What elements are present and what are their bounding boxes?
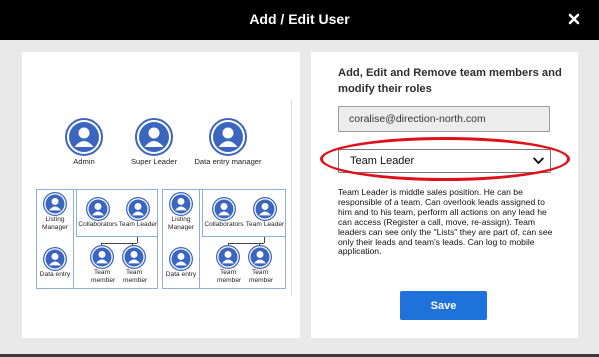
close-icon xyxy=(568,13,580,25)
role-team-member: Team member xyxy=(118,245,150,285)
connector-line xyxy=(264,237,265,243)
user-avatar-icon xyxy=(253,197,277,221)
close-button[interactable] xyxy=(568,13,580,25)
modal-title: Add / Edit User xyxy=(249,11,350,27)
role-label: Collaborators xyxy=(204,221,244,228)
modal-header: Add / Edit User xyxy=(0,0,599,40)
role-description: Team Leader is middle sales position. He… xyxy=(338,187,553,257)
user-avatar-icon xyxy=(169,247,193,271)
role-select[interactable]: Team Leader xyxy=(338,149,551,173)
role-data-entry-manager: Data entry manager xyxy=(188,118,268,166)
role-listing-manager: Listing Manager xyxy=(36,192,74,232)
save-button[interactable]: Save xyxy=(400,291,487,320)
role-team-member: Team member xyxy=(244,245,276,285)
role-team-member: Team member xyxy=(86,245,118,285)
role-data-entry: Data entry xyxy=(36,247,74,279)
role-listing-manager: Listing Manager xyxy=(162,192,200,232)
user-avatar-icon xyxy=(212,197,236,221)
role-collaborators: Collaborators xyxy=(202,197,246,229)
role-label: Data entry manager xyxy=(194,157,262,166)
divider xyxy=(291,100,292,296)
role-label: Super Leader xyxy=(130,157,178,166)
chevron-down-icon xyxy=(533,157,544,164)
role-label: Admin xyxy=(73,157,95,166)
role-label: Data entry xyxy=(165,271,197,278)
user-avatar-icon xyxy=(209,118,247,156)
role-collaborators: Collaborators xyxy=(76,197,120,229)
user-avatar-icon xyxy=(126,197,150,221)
connector-line xyxy=(137,237,138,243)
role-data-entry: Data entry xyxy=(162,247,200,279)
user-avatar-icon xyxy=(43,192,67,216)
role-label: Collaborators xyxy=(78,221,118,228)
user-avatar-icon xyxy=(135,118,173,156)
role-label: Team member xyxy=(123,269,148,284)
role-team-leader: Team Leader xyxy=(118,197,158,229)
email-field[interactable] xyxy=(338,106,550,132)
user-avatar-icon xyxy=(90,245,114,269)
role-label: Team Leader xyxy=(118,221,158,228)
org-chart-illustration: Admin Super Leader Data entry manager Li… xyxy=(22,52,300,338)
role-label: Team member xyxy=(217,269,242,284)
role-label: Team Leader xyxy=(245,221,285,228)
user-avatar-icon xyxy=(65,118,103,156)
role-label: Listing Manager xyxy=(167,216,195,231)
form-heading: Add, Edit and Remove team members and mo… xyxy=(338,67,562,95)
role-team-member: Team member xyxy=(212,245,244,285)
user-avatar-icon xyxy=(248,245,272,269)
role-admin: Admin xyxy=(62,118,106,166)
role-label: Listing Manager xyxy=(41,216,69,231)
role-super-leader: Super Leader xyxy=(126,118,182,166)
role-select-value: Team Leader xyxy=(350,155,415,167)
user-form-panel: Add, Edit and Remove team members and mo… xyxy=(311,52,578,338)
user-avatar-icon xyxy=(216,245,240,269)
user-avatar-icon xyxy=(43,247,67,271)
role-label: Data entry xyxy=(39,271,71,278)
role-label: Team member xyxy=(91,269,116,284)
user-avatar-icon xyxy=(122,245,146,269)
role-label: Team member xyxy=(249,269,274,284)
user-avatar-icon xyxy=(169,192,193,216)
role-team-leader: Team Leader xyxy=(244,197,286,229)
user-avatar-icon xyxy=(86,197,110,221)
